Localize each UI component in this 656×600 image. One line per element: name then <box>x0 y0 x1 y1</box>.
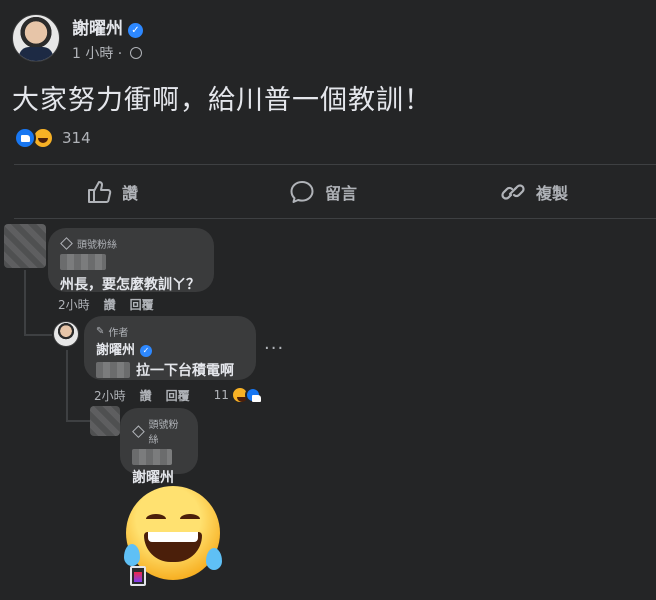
post-author-name[interactable]: 謝曜州 <box>72 19 123 39</box>
comment-bubble: 頭號粉絲 謝曜州 <box>120 408 198 486</box>
like-button[interactable]: 讚 <box>86 172 138 212</box>
thread-line <box>24 334 52 336</box>
commenter-name[interactable] <box>60 254 106 270</box>
comment-reactions[interactable]: 11 <box>214 386 261 404</box>
verified-icon: ✓ <box>128 23 143 38</box>
post-author[interactable]: 謝曜州 ✓ <box>72 14 143 39</box>
comment-reply-button[interactable]: 回覆 <box>166 387 190 404</box>
comment-icon <box>290 181 314 203</box>
comment-text: 謝曜州 <box>132 470 174 486</box>
reaction-summary[interactable]: 314 <box>14 126 91 150</box>
comment-like-button[interactable]: 讚 <box>104 296 116 313</box>
copy-button[interactable]: 複製 <box>500 172 568 212</box>
mention-tag[interactable] <box>96 362 130 378</box>
comment-time[interactable]: 2小時 <box>94 387 126 404</box>
comment-reaction-count: 11 <box>213 388 229 402</box>
more-options-button[interactable]: ··· <box>264 338 284 359</box>
divider <box>14 164 656 165</box>
commenter-avatar[interactable] <box>4 224 46 268</box>
thumbs-up-icon <box>88 181 112 203</box>
diamond-icon <box>132 424 145 438</box>
comment-reply-button[interactable]: 回覆 <box>130 296 154 313</box>
top-fan-badge: 頭號粉絲 <box>60 236 202 251</box>
thread-line <box>66 420 90 422</box>
post-text: 大家努力衝啊，給川普一個教訓！ <box>12 85 432 116</box>
reply-text: 拉一下台積電啊 <box>136 363 234 379</box>
post-time[interactable]: 1 小時 <box>72 46 113 62</box>
comment-button[interactable]: 留言 <box>289 172 357 212</box>
comment-like-button[interactable]: 讚 <box>140 387 152 404</box>
comment-actions: 2小時 讚 回覆 11 <box>94 386 266 404</box>
reply-author[interactable]: 謝曜州 ✓ <box>96 339 244 358</box>
author-reply-bubble: ✎ 作者 謝曜州 ✓ 拉一下台積電啊 <box>84 316 256 380</box>
verified-icon: ✓ <box>140 345 153 357</box>
author-avatar[interactable] <box>12 14 60 62</box>
author-badge: ✎ 作者 <box>96 326 129 339</box>
comment-actions: 2小時 讚 回覆 <box>58 296 154 313</box>
copy-label: 複製 <box>536 184 569 203</box>
comment-label: 留言 <box>325 184 358 203</box>
like-icon <box>14 127 36 149</box>
sticker-icon <box>130 566 146 586</box>
comment-text: 州長，要怎麼教訓ㄚ？ <box>60 277 200 293</box>
reply-body: 拉一下台積電啊 <box>96 360 244 380</box>
divider <box>14 218 656 219</box>
like-label: 讚 <box>122 184 139 203</box>
commenter-avatar[interactable] <box>90 406 120 436</box>
post-meta: 1 小時 · <box>72 43 142 63</box>
author-reply-avatar[interactable] <box>53 321 79 347</box>
comment-bubble: 頭號粉絲 州長，要怎麼教訓ㄚ？ <box>48 228 214 293</box>
pencil-icon: ✎ <box>96 326 105 337</box>
reaction-count: 314 <box>62 129 91 147</box>
like-icon <box>244 387 261 403</box>
comment-time[interactable]: 2小時 <box>58 296 90 313</box>
commenter-name[interactable] <box>132 449 172 465</box>
link-icon <box>501 184 525 200</box>
top-fan-badge: 頭號粉絲 <box>132 416 186 446</box>
thread-line <box>66 350 68 422</box>
diamond-icon <box>60 237 73 250</box>
thread-line <box>24 270 26 336</box>
globe-icon <box>129 47 142 59</box>
